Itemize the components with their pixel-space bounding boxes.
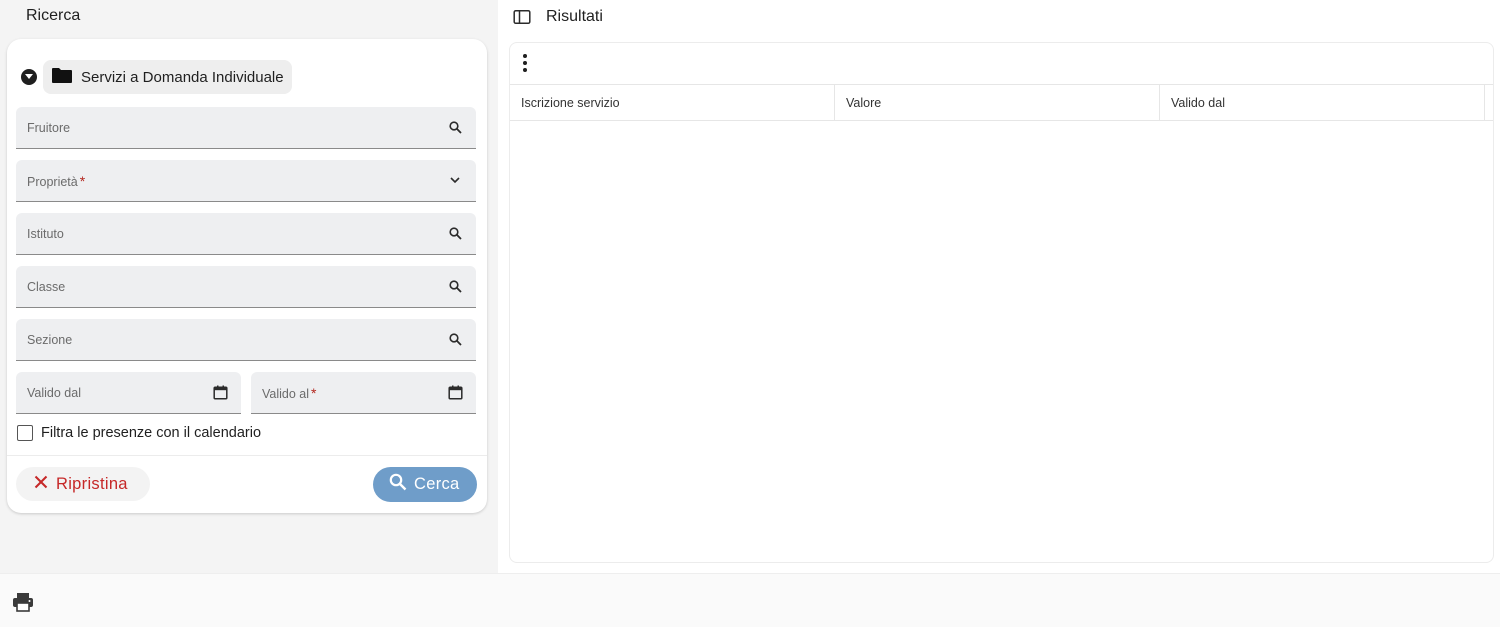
search-pane: Ricerca Servizi a Domanda Individuale Fr… bbox=[0, 0, 498, 573]
caret-down-icon[interactable] bbox=[21, 69, 37, 85]
results-table-header: Iscrizione servizio Valore Valido dal bbox=[510, 84, 1493, 121]
divider bbox=[7, 455, 487, 456]
search-button-label: Cerca bbox=[414, 475, 460, 493]
valido-dal-label: Valido dal bbox=[27, 385, 81, 400]
valido-al-field[interactable]: Valido al * bbox=[251, 372, 476, 414]
group-chip-label: Servizi a Domanda Individuale bbox=[81, 68, 284, 86]
column-header-iscrizione[interactable]: Iscrizione servizio bbox=[510, 85, 835, 120]
results-title: Risultati bbox=[546, 8, 603, 25]
istituto-field[interactable]: Istituto bbox=[16, 213, 476, 255]
search-card: Servizi a Domanda Individuale Fruitore P… bbox=[7, 39, 487, 513]
required-mark: * bbox=[311, 384, 317, 401]
classe-label: Classe bbox=[27, 279, 66, 294]
close-icon bbox=[34, 475, 48, 494]
sezione-label: Sezione bbox=[27, 332, 73, 347]
proprieta-label: Proprietà bbox=[27, 174, 78, 189]
istituto-label: Istituto bbox=[27, 226, 64, 241]
search-icon[interactable] bbox=[446, 225, 464, 243]
search-button[interactable]: Cerca bbox=[373, 467, 477, 502]
calendar-icon[interactable] bbox=[211, 384, 229, 402]
calendar-filter-row: Filtra le presenze con il calendario bbox=[17, 425, 261, 441]
calendar-icon[interactable] bbox=[446, 384, 464, 402]
column-header-valido-dal[interactable]: Valido dal bbox=[1160, 85, 1485, 120]
search-icon[interactable] bbox=[446, 119, 464, 137]
search-icon[interactable] bbox=[446, 278, 464, 296]
group-chip[interactable]: Servizi a Domanda Individuale bbox=[43, 60, 292, 94]
bottom-toolbar bbox=[0, 573, 1500, 627]
fruitore-field[interactable]: Fruitore bbox=[16, 107, 476, 149]
required-mark: * bbox=[79, 172, 86, 189]
calendar-filter-checkbox[interactable] bbox=[17, 425, 33, 441]
folder-icon bbox=[51, 67, 73, 88]
classe-field[interactable]: Classe bbox=[16, 266, 476, 308]
print-icon[interactable] bbox=[12, 592, 34, 617]
chevron-down-icon[interactable] bbox=[446, 172, 464, 190]
valido-al-label: Valido al bbox=[262, 386, 310, 401]
search-panel-title: Ricerca bbox=[26, 7, 81, 24]
column-header-valore[interactable]: Valore bbox=[835, 85, 1160, 120]
valido-dal-field[interactable]: Valido dal bbox=[16, 372, 241, 414]
search-icon[interactable] bbox=[446, 331, 464, 349]
fruitore-label: Fruitore bbox=[27, 120, 71, 135]
sidebar-toggle-icon[interactable] bbox=[513, 9, 531, 30]
proprieta-select[interactable]: Proprietà * bbox=[16, 160, 476, 202]
results-card: Iscrizione servizio Valore Valido dal bbox=[509, 42, 1494, 563]
reset-button[interactable]: Ripristina bbox=[16, 467, 150, 501]
search-icon bbox=[389, 473, 407, 496]
reset-button-label: Ripristina bbox=[56, 474, 128, 493]
more-vert-icon[interactable] bbox=[522, 53, 528, 78]
calendar-filter-label[interactable]: Filtra le presenze con il calendario bbox=[41, 425, 261, 441]
sezione-field[interactable]: Sezione bbox=[16, 319, 476, 361]
